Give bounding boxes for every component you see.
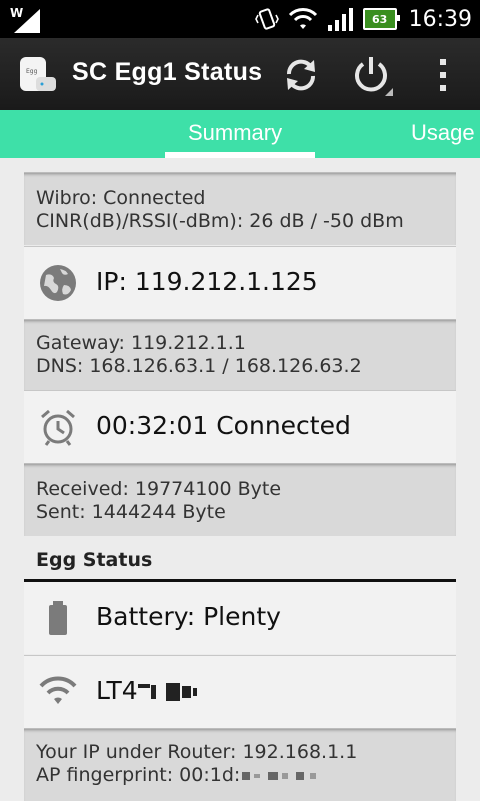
alarm-clock-icon bbox=[41, 409, 75, 446]
overflow-menu-button[interactable] bbox=[418, 50, 468, 100]
wifi-row: LT4 bbox=[24, 655, 456, 728]
summary-content[interactable]: Wibro: Connected CINR(dB)/RSSI(-dBm): 26… bbox=[0, 158, 480, 801]
router-card: Your IP under Router: 192.168.1.1 AP fin… bbox=[24, 728, 456, 801]
ip-address: IP: 119.212.1.125 bbox=[96, 267, 318, 296]
cell-signal-icon bbox=[327, 8, 353, 31]
battery-level: 63 bbox=[371, 12, 388, 26]
dns: DNS: 168.126.63.1 / 168.126.63.2 bbox=[36, 355, 362, 377]
svg-text:Egg: Egg bbox=[26, 68, 38, 75]
gateway: Gateway: 119.212.1.1 bbox=[36, 332, 246, 354]
egg-status-header: Egg Status bbox=[24, 539, 456, 582]
status-bar: W 63 16:39 bbox=[0, 0, 480, 38]
power-icon bbox=[355, 57, 393, 96]
wifi-icon bbox=[288, 8, 317, 29]
clock: 16:39 bbox=[408, 6, 472, 32]
connection-row: 00:32:01 Connected bbox=[24, 390, 456, 463]
network-card: Gateway: 119.212.1.1 DNS: 168.126.63.1 /… bbox=[24, 319, 456, 390]
ssid-name: LT4 bbox=[96, 676, 197, 705]
ap-fingerprint: AP fingerprint: 00:1d: bbox=[24, 764, 456, 787]
carrier-signal-icon: W bbox=[10, 6, 40, 33]
battery-icon bbox=[49, 601, 67, 635]
wifi-signal-icon bbox=[39, 676, 77, 704]
power-button[interactable] bbox=[347, 50, 397, 100]
received-bytes: Received: 19774100 Byte bbox=[36, 478, 282, 500]
battery-row: Battery: Plenty bbox=[24, 582, 456, 654]
battery-status-icon: 63 bbox=[362, 8, 400, 30]
refresh-icon bbox=[286, 59, 316, 91]
action-bar: Egg SC Egg1 Status bbox=[0, 38, 480, 110]
ip-row: IP: 119.212.1.125 bbox=[24, 246, 456, 319]
sent-bytes: Sent: 1444244 Byte bbox=[36, 501, 226, 523]
overflow-menu-icon bbox=[440, 59, 446, 91]
battery-status: Battery: Plenty bbox=[96, 602, 281, 631]
vibrate-icon bbox=[254, 8, 279, 30]
connection-time: 00:32:01 Connected bbox=[96, 411, 351, 440]
app-egg-icon[interactable]: Egg bbox=[12, 51, 58, 97]
svg-text:W: W bbox=[10, 6, 23, 20]
signal-strength: CINR(dB)/RSSI(-dBm): 26 dB / -50 dBm bbox=[36, 210, 404, 232]
router-ip: Your IP under Router: 192.168.1.1 bbox=[36, 741, 358, 763]
wibro-card: Wibro: Connected CINR(dB)/RSSI(-dBm): 26… bbox=[24, 172, 456, 245]
egg-status-title: Egg Status bbox=[36, 549, 153, 571]
app-title: SC Egg1 Status bbox=[72, 58, 263, 86]
tab-summary[interactable]: Summary bbox=[188, 120, 282, 146]
ap-fingerprint-redacted bbox=[240, 764, 317, 786]
refresh-button[interactable] bbox=[276, 50, 326, 100]
wibro-status: Wibro: Connected bbox=[36, 187, 206, 209]
ap-fingerprint-prefix: AP fingerprint: 00:1d: bbox=[36, 764, 241, 786]
ssid-redacted bbox=[137, 676, 197, 705]
globe-icon bbox=[40, 265, 76, 301]
ssid-prefix: LT4 bbox=[96, 676, 138, 705]
tab-usage[interactable]: Usage bbox=[411, 120, 475, 146]
traffic-card: Received: 19774100 Byte Sent: 1444244 By… bbox=[24, 463, 456, 536]
tab-bar: Summary Usage bbox=[0, 110, 480, 158]
